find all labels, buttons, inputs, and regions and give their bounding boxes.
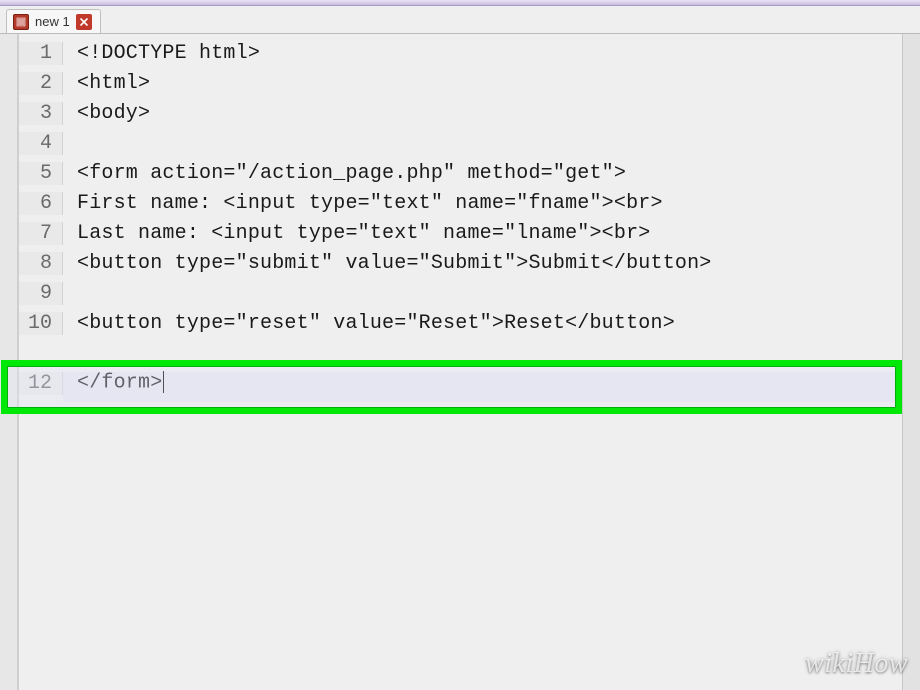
line-number: 1 (19, 42, 63, 65)
code-text: <html> (63, 72, 150, 95)
text-cursor (163, 371, 164, 393)
code-text: </form> (63, 371, 164, 394)
tab-label: new 1 (35, 14, 70, 29)
code-line[interactable]: 10<button type="reset" value="Reset">Res… (19, 308, 902, 338)
code-line[interactable]: 8<button type="submit" value="Submit">Su… (19, 248, 902, 278)
line-number: 10 (19, 312, 63, 335)
code-line[interactable]: 7Last name: <input type="text" name="lna… (19, 218, 902, 248)
code-line[interactable]: 2<html> (19, 68, 902, 98)
line-number: 3 (19, 102, 63, 125)
tab-new1[interactable]: new 1 (6, 9, 101, 33)
code-line[interactable]: 5<form action="/action_page.php" method=… (19, 158, 902, 188)
code-line[interactable]: 1<!DOCTYPE html> (19, 38, 902, 68)
code-editor[interactable]: 1<!DOCTYPE html>2<html>3<body>45<form ac… (18, 34, 902, 690)
line-number: 7 (19, 222, 63, 245)
code-text: <button type="submit" value="Submit">Sub… (63, 252, 712, 275)
margin-strip (0, 34, 18, 690)
code-line[interactable]: 6First name: <input type="text" name="fn… (19, 188, 902, 218)
line-number: 8 (19, 252, 63, 275)
code-text: First name: <input type="text" name="fna… (63, 192, 663, 215)
line-number: 6 (19, 192, 63, 215)
code-line[interactable]: 12</form> (19, 368, 902, 398)
line-number: 4 (19, 132, 63, 155)
code-text: <!DOCTYPE html> (63, 42, 260, 65)
tab-bar: new 1 (0, 6, 920, 34)
code-line[interactable]: 9 (19, 278, 902, 308)
code-text: Last name: <input type="text" name="lnam… (63, 222, 651, 245)
code-line[interactable] (19, 338, 902, 368)
line-number: 2 (19, 72, 63, 95)
code-text: <form action="/action_page.php" method="… (63, 162, 626, 185)
code-line[interactable]: 3<body> (19, 98, 902, 128)
line-number: 9 (19, 282, 63, 305)
close-icon[interactable] (76, 14, 92, 30)
editor-area: 1<!DOCTYPE html>2<html>3<body>45<form ac… (0, 34, 920, 690)
code-text: <body> (63, 102, 150, 125)
file-icon (13, 14, 29, 30)
code-text: <button type="reset" value="Reset">Reset… (63, 312, 675, 335)
line-number: 12 (19, 372, 63, 395)
scrollbar-vertical[interactable] (902, 34, 920, 690)
code-line[interactable]: 4 (19, 128, 902, 158)
line-number: 5 (19, 162, 63, 185)
